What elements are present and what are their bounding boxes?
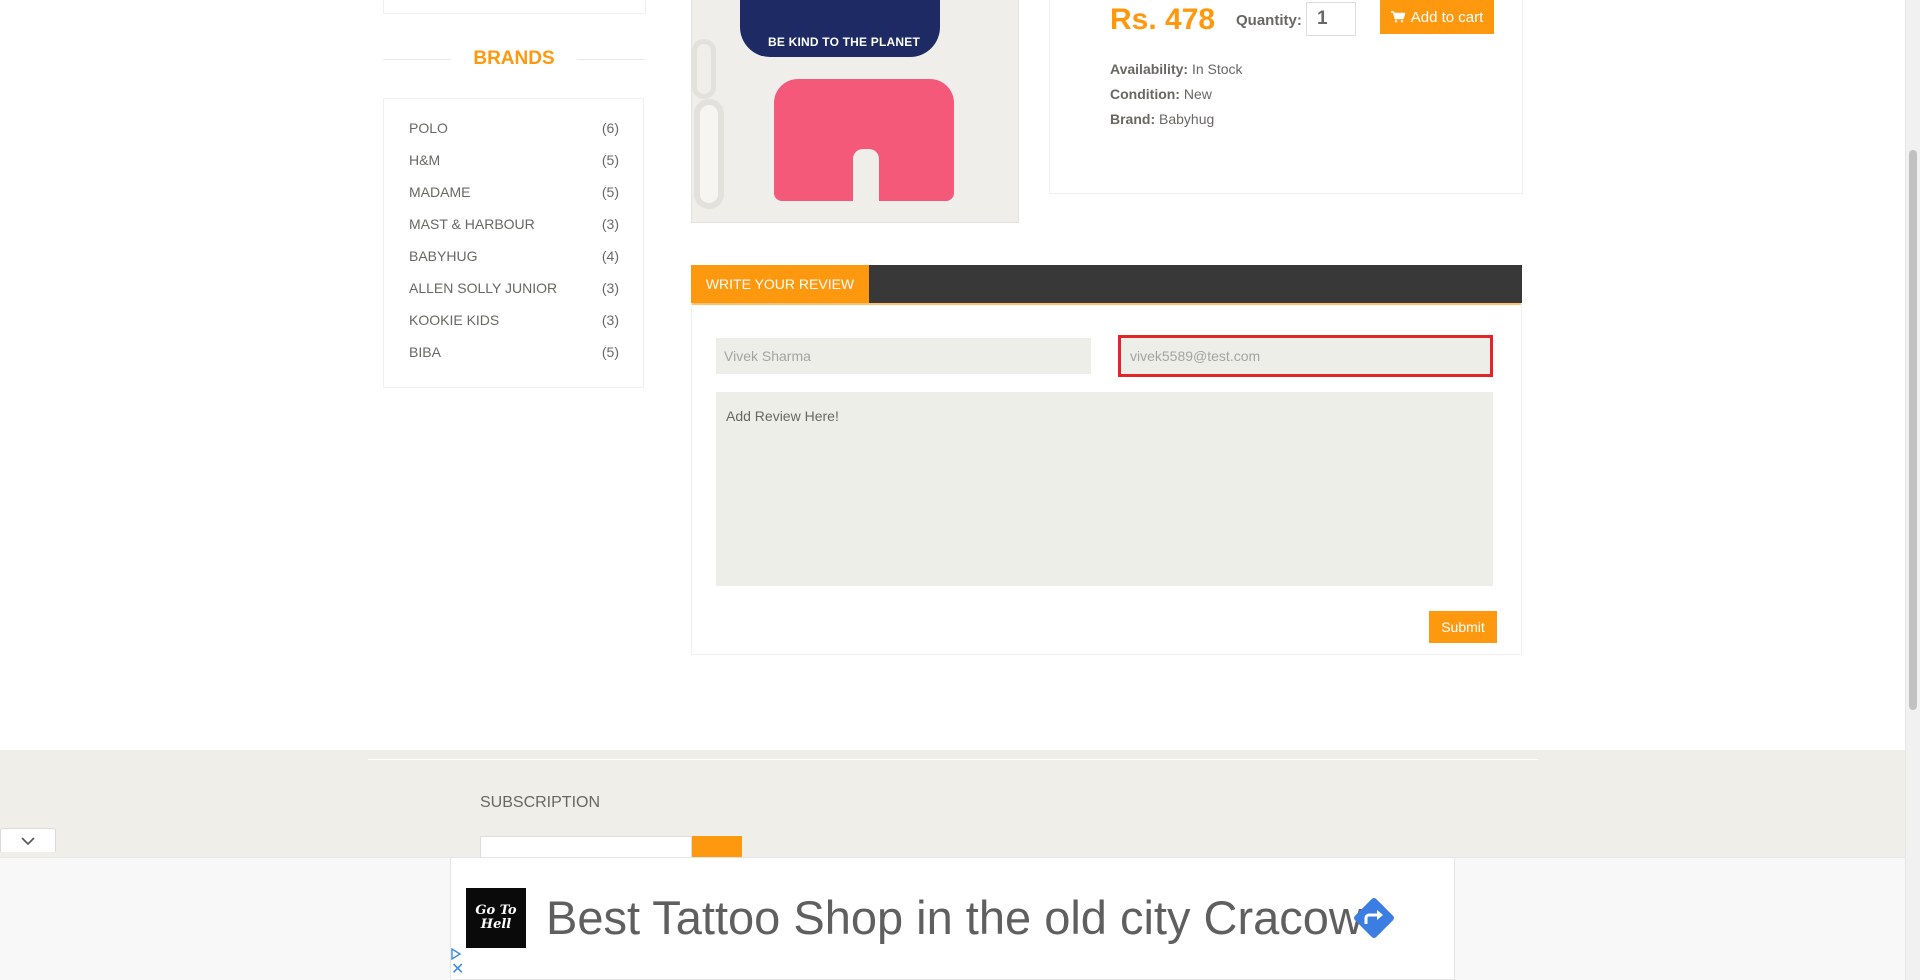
brand-name: BIBA bbox=[409, 344, 441, 360]
product-image: BE KIND TO THE PLANET bbox=[691, 0, 1019, 223]
condition-label: Condition: bbox=[1110, 86, 1180, 102]
brand-item-madame[interactable]: MADAME (5) bbox=[409, 184, 619, 200]
review-email-input[interactable]: vivek5589@test.com bbox=[1118, 335, 1493, 377]
brand-count: (5) bbox=[601, 184, 619, 200]
condition-row: Condition: New bbox=[1110, 86, 1212, 102]
brand-name: MADAME bbox=[409, 184, 471, 200]
brand-value: Babyhug bbox=[1159, 111, 1215, 127]
brand-item-polo[interactable]: POLO (6) bbox=[409, 120, 619, 136]
brand-item-allen-solly-junior[interactable]: ALLEN SOLLY JUNIOR (3) bbox=[409, 280, 619, 296]
page-scrollbar[interactable] bbox=[1905, 0, 1920, 980]
ad-close-icon[interactable]: ✕ bbox=[451, 962, 464, 978]
submit-review-button[interactable]: Submit bbox=[1429, 611, 1497, 643]
brand-count: (5) bbox=[601, 344, 619, 360]
tab-write-review[interactable]: WRITE YOUR REVIEW bbox=[691, 265, 869, 303]
brand-count: (6) bbox=[601, 120, 619, 136]
adchoices-icon[interactable] bbox=[450, 948, 462, 960]
brands-heading: BRANDS bbox=[383, 48, 645, 70]
brand-label: Brand: bbox=[1110, 111, 1156, 127]
quantity-label: Quantity: bbox=[1236, 12, 1302, 29]
ad-headline[interactable]: Best Tattoo Shop in the old city Cracow bbox=[546, 888, 1363, 948]
scrollbar-thumb[interactable] bbox=[1909, 150, 1917, 710]
product-price: Rs. 478 bbox=[1110, 3, 1216, 36]
brand-name: KOOKIE KIDS bbox=[409, 312, 500, 328]
shoe-shape bbox=[694, 99, 724, 209]
brand-item-babyhug[interactable]: BABYHUG (4) bbox=[409, 248, 619, 264]
add-to-cart-label: Add to cart bbox=[1410, 8, 1484, 26]
directions-arrow-icon[interactable] bbox=[1350, 894, 1398, 942]
brand-name: ALLEN SOLLY JUNIOR bbox=[409, 280, 558, 296]
brand-count: (3) bbox=[601, 280, 619, 296]
brands-list: POLO (6) H&M (5) MADAME (5) MAST & HARBO… bbox=[383, 98, 644, 388]
ad-logo: Go To Hell bbox=[466, 888, 526, 948]
brand-item-mast-harbour[interactable]: MAST & HARBOUR (3) bbox=[409, 216, 619, 232]
ad-collapse-button[interactable] bbox=[0, 828, 56, 852]
brands-title: BRANDS bbox=[473, 48, 555, 69]
add-to-cart-button[interactable]: Add to cart bbox=[1380, 0, 1494, 34]
review-textarea[interactable]: Add Review Here! bbox=[716, 392, 1493, 586]
availability-row: Availability: In Stock bbox=[1110, 61, 1243, 77]
subscription-title: SUBSCRIPTION bbox=[480, 794, 601, 811]
sidebar-category-panel bbox=[383, 0, 646, 14]
brand-name: MAST & HARBOUR bbox=[409, 216, 535, 232]
brand-item-kookie-kids[interactable]: KOOKIE KIDS (3) bbox=[409, 312, 619, 328]
quantity-input[interactable] bbox=[1306, 2, 1356, 36]
chevron-down-icon bbox=[21, 836, 35, 845]
heading-divider-left bbox=[383, 59, 451, 60]
condition-value: New bbox=[1183, 86, 1212, 102]
availability-label: Availability: bbox=[1110, 61, 1189, 77]
brand-row: Brand: Babyhug bbox=[1110, 111, 1214, 127]
availability-value: In Stock bbox=[1191, 61, 1243, 77]
brand-name: BABYHUG bbox=[409, 248, 478, 264]
brand-name: H&M bbox=[409, 152, 441, 168]
footer-divider bbox=[368, 759, 1538, 760]
review-name-input[interactable]: Vivek Sharma bbox=[716, 338, 1091, 374]
brand-item-biba[interactable]: BIBA (5) bbox=[409, 344, 619, 360]
brand-count: (3) bbox=[601, 312, 619, 328]
shirt-print-text: BE KIND TO THE PLANET bbox=[768, 35, 920, 49]
brand-count: (5) bbox=[601, 152, 619, 168]
shopping-cart-icon bbox=[1390, 11, 1405, 23]
brand-name: POLO bbox=[409, 120, 448, 136]
shoe-shape bbox=[692, 39, 716, 99]
brand-count: (3) bbox=[601, 216, 619, 232]
brand-count: (4) bbox=[601, 248, 619, 264]
shorts-leg-gap bbox=[853, 149, 879, 205]
brand-item-hm[interactable]: H&M (5) bbox=[409, 152, 619, 168]
heading-divider-right bbox=[577, 59, 645, 60]
